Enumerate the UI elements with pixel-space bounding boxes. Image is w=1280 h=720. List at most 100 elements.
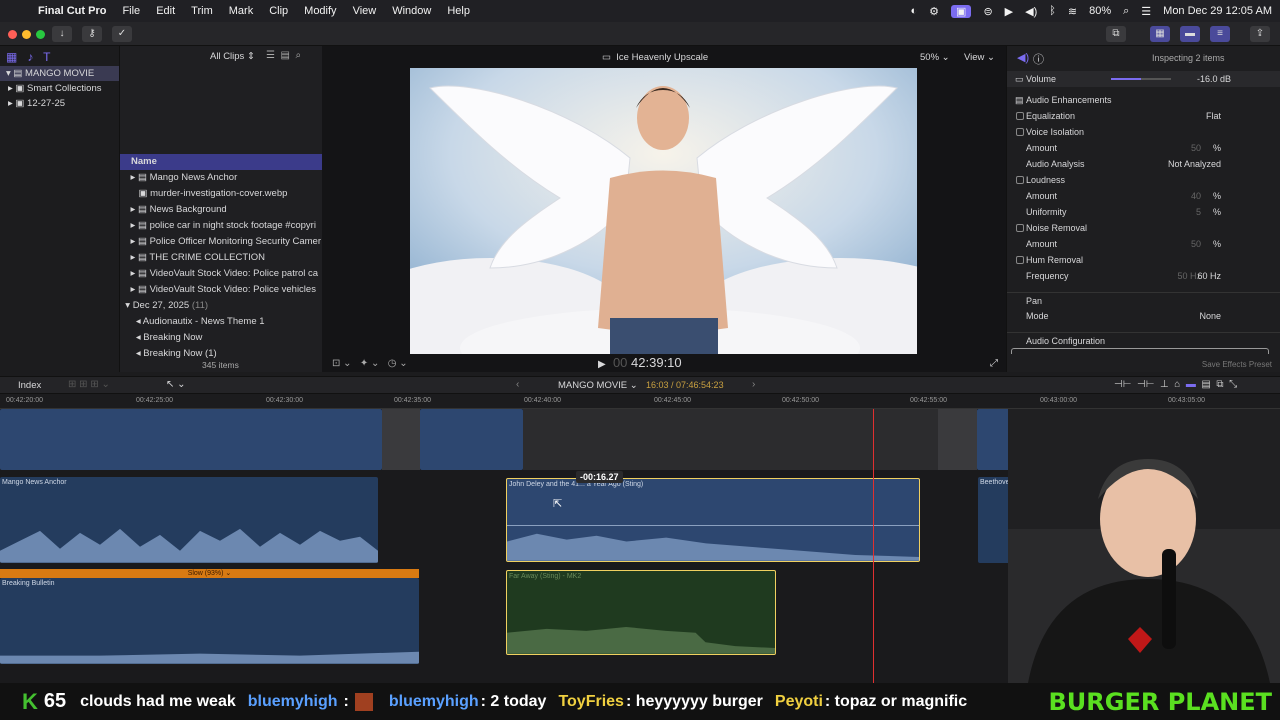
info-icon[interactable]: ⓘ <box>1033 51 1044 67</box>
row-value[interactable]: % <box>1213 188 1221 204</box>
pan-mode-row[interactable]: Mode None <box>1007 308 1280 324</box>
row-value[interactable]: % <box>1213 140 1221 156</box>
wifi-icon[interactable]: ≋ <box>1068 5 1077 18</box>
gap-clip[interactable] <box>938 409 977 470</box>
app-menu[interactable]: Final Cut Pro <box>30 5 114 17</box>
inspector-row[interactable]: Amount 50% <box>1007 236 1280 252</box>
inspector-row[interactable]: Audio Analysis Not Analyzed <box>1007 156 1280 172</box>
share-icon[interactable]: ⇪ <box>1250 26 1270 42</box>
menu-window[interactable]: Window <box>384 5 439 17</box>
timeline-toggle-icon[interactable]: ▬ <box>1180 26 1200 42</box>
menu-trim[interactable]: Trim <box>183 5 221 17</box>
audio-enhancements-header[interactable]: ▤ Audio Enhancements <box>1007 92 1280 108</box>
menu-modify[interactable]: Modify <box>296 5 344 17</box>
menu-view[interactable]: View <box>345 5 385 17</box>
enable-checkbox[interactable] <box>1016 128 1024 136</box>
fullscreen-icon[interactable]: ⤢ <box>990 358 998 369</box>
row-number[interactable]: 40 <box>1191 188 1201 204</box>
play-button[interactable]: ▶ <box>598 359 606 370</box>
browser-toggle-icon[interactable]: ▦ <box>1150 26 1170 42</box>
enable-checkbox[interactable] <box>1016 176 1024 184</box>
playhead[interactable] <box>873 409 874 683</box>
enable-checkbox[interactable] <box>1016 256 1024 264</box>
status-icon[interactable]: ⚙ <box>929 5 939 18</box>
inspector-row[interactable]: Voice Isolation <box>1007 124 1280 140</box>
row-value[interactable]: Flat <box>1206 108 1221 124</box>
enable-checkbox[interactable] <box>1016 112 1024 120</box>
transform-icon[interactable]: ⊡ ⌄ <box>332 358 352 369</box>
index-button[interactable]: Index <box>18 380 41 391</box>
inspector-row[interactable]: Noise Removal <box>1007 220 1280 236</box>
save-effects-preset-button[interactable]: Save Effects Preset <box>1202 360 1272 369</box>
audio-clip-sting[interactable]: John Deley and the 41... a Year Ago (Sti… <box>506 478 920 562</box>
inspector-toggle-icon[interactable]: ≡ <box>1210 26 1230 42</box>
row-number[interactable]: 50 <box>1191 236 1201 252</box>
menu-edit[interactable]: Edit <box>148 5 183 17</box>
bluetooth-icon[interactable]: ᛒ <box>1049 5 1056 17</box>
inspector-row[interactable]: Frequency 50 Hz 60 Hz <box>1007 268 1280 284</box>
video-frame[interactable] <box>410 68 917 354</box>
mode-value[interactable]: None <box>1199 308 1221 324</box>
clip-filter-dropdown[interactable]: All Clips ⇕ <box>210 51 255 62</box>
list-item[interactable]: ▸ ▤ police car in night stock footage #c… <box>120 218 322 234</box>
background-tasks-icon[interactable]: ✓ <box>112 26 132 42</box>
name-column-header[interactable]: Name <box>120 154 322 170</box>
screen-record-icon[interactable]: ▣ <box>951 4 972 18</box>
photos-icon[interactable]: ♪ <box>27 50 33 64</box>
select-tool-icon[interactable]: ↖ ⌄ <box>166 379 186 390</box>
inspector-row[interactable]: Amount 50% <box>1007 140 1280 156</box>
inspector-row[interactable]: Amount 40% <box>1007 188 1280 204</box>
inspector-row[interactable]: Hum Removal <box>1007 252 1280 268</box>
gap-clip[interactable] <box>523 409 938 470</box>
list-item[interactable]: ▸ ▤ VideoVault Stock Video: Police patro… <box>120 266 322 282</box>
menu-help[interactable]: Help <box>439 5 478 17</box>
project-name[interactable]: MANGO MOVIE ⌄ <box>558 380 638 391</box>
audio-config-header[interactable]: Audio Configuration <box>1007 332 1280 348</box>
inspector-row[interactable]: Uniformity 5% <box>1007 204 1280 220</box>
forward-arrow-icon[interactable]: › <box>752 379 755 390</box>
sidebar-item-event[interactable]: ▸ ▣ 12-27-25 <box>0 96 119 111</box>
status-icon[interactable]: ⊜ <box>983 5 992 18</box>
date-group[interactable]: ▾ Dec 27, 2025 (11) <box>120 298 322 314</box>
row-number[interactable]: 50 <box>1191 140 1201 156</box>
volume-row[interactable]: ▭ Volume -16.0 dB <box>1007 71 1280 87</box>
search-icon[interactable]: ⌕ <box>296 50 302 61</box>
menu-mark[interactable]: Mark <box>221 5 261 17</box>
share-layout-icon[interactable]: ⧉ <box>1106 26 1126 42</box>
audio-clip-anchor[interactable]: Mango News Anchor <box>0 477 378 563</box>
enhance-icon[interactable]: ✦ ⌄ <box>360 358 380 369</box>
battery-label[interactable]: 80% <box>1089 5 1111 17</box>
library-item[interactable]: ▾ ▤ MANGO MOVIE <box>0 66 119 81</box>
list-item[interactable]: ▸ ▤ VideoVault Stock Video: Police vehic… <box>120 282 322 298</box>
list-item[interactable]: ▣ murder-investigation-cover.webp <box>120 186 322 202</box>
row-number[interactable]: 5 <box>1196 204 1201 220</box>
sidebar-item-smart-collections[interactable]: ▸ ▣ Smart Collections <box>0 81 119 96</box>
timeline-view-icons[interactable]: ⊣⊢ ⊣⊢ ⊥ ⌂ ▬ ▤ ⧉ ⤡ <box>1114 379 1237 390</box>
speed-icon[interactable]: ◷ ⌄ <box>388 358 408 369</box>
volume-icon[interactable]: ◀) <box>1025 5 1037 18</box>
list-item[interactable]: ▸ ▤ Mango News Anchor <box>120 170 322 186</box>
selected-clips-row[interactable] <box>1011 348 1269 354</box>
libraries-icon[interactable]: ▦ <box>6 50 17 64</box>
titles-icon[interactable]: T <box>43 50 50 64</box>
minimize-window-button[interactable] <box>22 30 31 39</box>
row-value[interactable]: 60 Hz <box>1197 268 1221 284</box>
close-window-button[interactable] <box>8 30 17 39</box>
video-clip[interactable] <box>420 409 523 470</box>
list-item[interactable]: ▸ ▤ Police Officer Monitoring Security C… <box>120 234 322 250</box>
list-icon[interactable]: ▤ <box>281 50 290 61</box>
timecode-display[interactable]: ▶ 00 42:39:10 <box>598 355 682 370</box>
video-clip[interactable] <box>0 409 382 470</box>
volume-value[interactable]: -16.0 dB <box>1197 71 1231 87</box>
import-icon[interactable]: ↓ <box>52 26 72 42</box>
edit-tools-icon[interactable]: ⊞ ⊞ ⊞ ⌄ <box>68 379 110 390</box>
audio-clip-far-away[interactable]: Far Away (Sting) - MK2 <box>506 570 776 655</box>
inspector-row[interactable]: Loudness <box>1007 172 1280 188</box>
speed-retime-bar[interactable]: Slow (93%) ⌄ <box>0 569 419 578</box>
list-item[interactable]: ▸ ▤ News Background <box>120 202 322 218</box>
row-value[interactable]: % <box>1213 236 1221 252</box>
list-item[interactable]: ▸ ▤ THE CRIME COLLECTION <box>120 250 322 266</box>
control-center-icon[interactable]: ☰ <box>1141 5 1151 18</box>
menu-file[interactable]: File <box>114 5 148 17</box>
volume-slider[interactable] <box>1111 78 1171 80</box>
